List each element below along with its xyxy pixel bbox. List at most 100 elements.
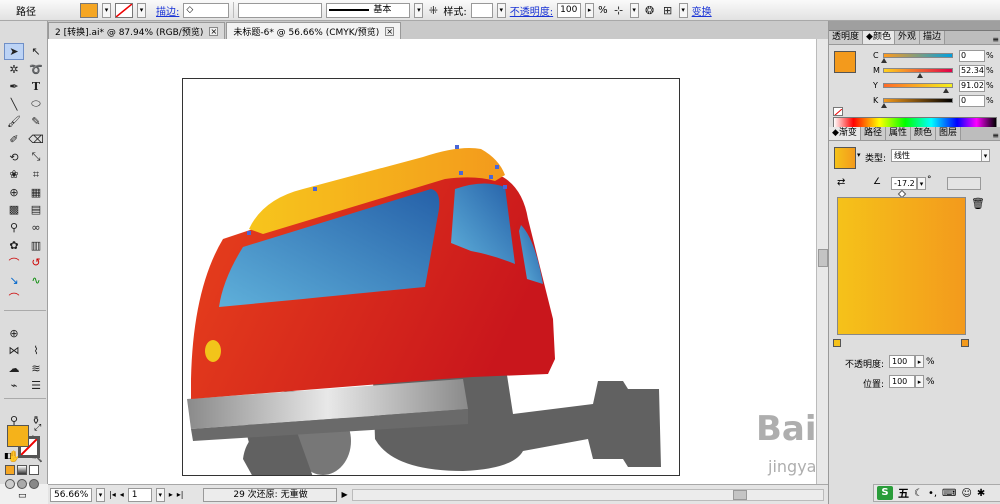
select-similar-icon[interactable]: ⊹ [612, 2, 626, 19]
rotate-tool-icon[interactable]: ⟲ [4, 149, 24, 166]
stop-opacity-dropdown[interactable]: ▸ [915, 355, 924, 368]
none-mode-icon[interactable] [29, 465, 39, 475]
stop-opacity-field[interactable]: 100 [889, 355, 915, 368]
gradient-mode-icon[interactable] [17, 465, 27, 475]
tab-stroke[interactable]: 描边 [919, 31, 945, 44]
punctuation-icon[interactable]: •, [928, 488, 937, 499]
blob-brush-tool-icon[interactable]: ✐ [4, 131, 24, 148]
gradient-type-select[interactable]: 线性 [891, 149, 983, 162]
pen-tool-icon[interactable]: ✒ [4, 78, 24, 95]
gradient-swatch-dropdown-icon[interactable]: ▾ [857, 151, 861, 159]
settings-icon[interactable]: ✱ [977, 488, 985, 499]
align-icon[interactable]: ⊞ [661, 2, 675, 19]
stop-position-dropdown[interactable]: ▸ [915, 375, 924, 388]
line-tool-icon[interactable]: ╲ [4, 96, 24, 113]
reverse-gradient-icon[interactable]: ⇄ [837, 177, 845, 188]
tab-transparency[interactable]: 透明度 [829, 31, 864, 44]
envelope-tool-icon[interactable]: ⋈ [4, 342, 24, 359]
slider-knob[interactable] [881, 103, 887, 108]
stroke-style-dropdown[interactable]: ▾ [414, 2, 424, 18]
screen-mode-icon[interactable]: ▭ [18, 491, 27, 501]
crosshair-icon[interactable]: ⊕ [4, 325, 24, 342]
draw-normal-icon[interactable] [5, 479, 15, 489]
scale-tool-icon[interactable]: ⤡ [26, 149, 46, 166]
panel-menu-icon[interactable]: ≡ [992, 35, 1000, 44]
zoom-dropdown[interactable]: ▾ [96, 487, 105, 502]
opacity-link[interactable]: 不透明度: [510, 3, 553, 18]
tab-attributes[interactable]: 属性 [885, 127, 911, 140]
close-icon[interactable]: × [209, 26, 219, 36]
angle-dropdown[interactable]: ▾ [917, 177, 926, 190]
panel-menu-icon-2[interactable]: ≡ [992, 131, 1000, 140]
tab-untitled-6[interactable]: 未标题-6* @ 56.66% (CMYK/预览) × [226, 22, 402, 39]
channel-value-field[interactable]: 52.34 [959, 64, 985, 77]
transform-link[interactable]: 变换 [692, 3, 712, 18]
blob-tool-icon[interactable]: ☁ [4, 360, 24, 377]
gradient-stop-end[interactable] [961, 339, 969, 347]
gradient-type-dropdown[interactable]: ▾ [981, 149, 990, 162]
select-similar-dropdown[interactable]: ▾ [629, 2, 639, 18]
fill-color-swatch[interactable] [80, 2, 98, 18]
gradient-tool-icon[interactable]: ▤ [26, 201, 46, 218]
channel-value-field[interactable]: 0 [959, 49, 985, 62]
default-colors-icon[interactable]: ◧ [4, 451, 12, 460]
ellipse-tool-icon[interactable]: ⬭ [26, 96, 46, 113]
gradient-swatch[interactable] [834, 147, 856, 169]
eyedropper-tool-icon[interactable]: ⚲ [4, 219, 24, 236]
tab-layers[interactable]: 图层 [935, 127, 961, 140]
prev-artboard-icon[interactable]: ◂ [120, 490, 124, 499]
swap-fill-stroke-icon[interactable]: ⤢ [34, 423, 41, 433]
tab-gradient[interactable]: ◆渐变 [829, 127, 861, 140]
document-setup-icon[interactable]: ❂ [643, 2, 657, 19]
wrinkle-tool-icon[interactable]: ≋ [26, 360, 46, 377]
opacity-field[interactable]: 100 [557, 2, 582, 18]
wave-green-icon[interactable]: ∿ [26, 272, 46, 289]
artboard-number-field[interactable]: 1 [127, 487, 152, 502]
wave-tool-icon[interactable]: ⌇ [26, 342, 46, 359]
none-color-swatch[interactable] [833, 107, 843, 116]
zigzag-tool-icon[interactable]: ⌁ [4, 377, 24, 394]
stroke-dropdown[interactable]: ▾ [137, 2, 146, 18]
recolor-icon[interactable]: ⁜ [427, 2, 439, 19]
channel-slider[interactable] [883, 68, 953, 78]
scroll-thumb-h[interactable] [732, 489, 747, 500]
stop-position-field[interactable]: 100 [889, 375, 915, 388]
blend-tool-icon[interactable]: ∞ [26, 219, 46, 236]
close-icon[interactable]: × [385, 26, 395, 36]
tab-color[interactable]: ◆颜色 [863, 31, 895, 44]
stroke-link[interactable]: 描边: [156, 3, 179, 18]
ime-mode-label[interactable]: 五 [898, 485, 909, 501]
selection-tool-icon[interactable]: ➤ [4, 43, 24, 60]
keyboard-icon[interactable]: ⌨ [942, 488, 956, 499]
color-mode-icon[interactable] [5, 465, 15, 475]
eraser-tool-icon[interactable]: ⌫ [26, 131, 46, 148]
first-artboard-icon[interactable]: |◂ [109, 490, 116, 499]
channel-slider[interactable] [883, 83, 953, 93]
type-tool-icon[interactable]: T [26, 78, 46, 95]
column-graph-tool-icon[interactable]: ▥ [26, 237, 46, 254]
stroke-weight-field[interactable]: ◇ [183, 2, 230, 18]
path-blue-icon[interactable]: ↘ [4, 272, 24, 289]
gradient-preview[interactable] [837, 197, 966, 335]
shape-builder-tool-icon[interactable]: ⊕ [4, 184, 24, 201]
arc-red-icon[interactable]: ↺ [26, 254, 46, 271]
slider-knob[interactable] [881, 58, 887, 63]
moon-icon[interactable]: ☾ [914, 488, 923, 499]
horizontal-scrollbar[interactable] [351, 488, 824, 501]
vertical-scrollbar[interactable] [816, 39, 828, 484]
list-tool-icon[interactable]: ☰ [26, 377, 46, 394]
angle-field[interactable]: -17.2 [891, 177, 917, 190]
tab-color-2[interactable]: 颜色 [910, 127, 936, 140]
draw-behind-icon[interactable] [17, 479, 27, 489]
free-transform-tool-icon[interactable]: ⌗ [26, 166, 46, 183]
slider-knob[interactable] [942, 88, 949, 93]
fill-swatch-large[interactable] [7, 425, 29, 447]
symbol-sprayer-tool-icon[interactable]: ✿ [4, 237, 24, 254]
dock-grip[interactable] [829, 21, 1000, 31]
warp-tool-icon[interactable]: ❀ [4, 166, 24, 183]
align-dropdown[interactable]: ▾ [678, 2, 688, 18]
direct-selection-tool-icon[interactable]: ↖ [26, 43, 46, 60]
stroke-none-swatch[interactable] [115, 2, 133, 18]
last-artboard-icon[interactable]: ▸| [177, 490, 184, 499]
channel-value-field[interactable]: 0 [959, 94, 985, 107]
